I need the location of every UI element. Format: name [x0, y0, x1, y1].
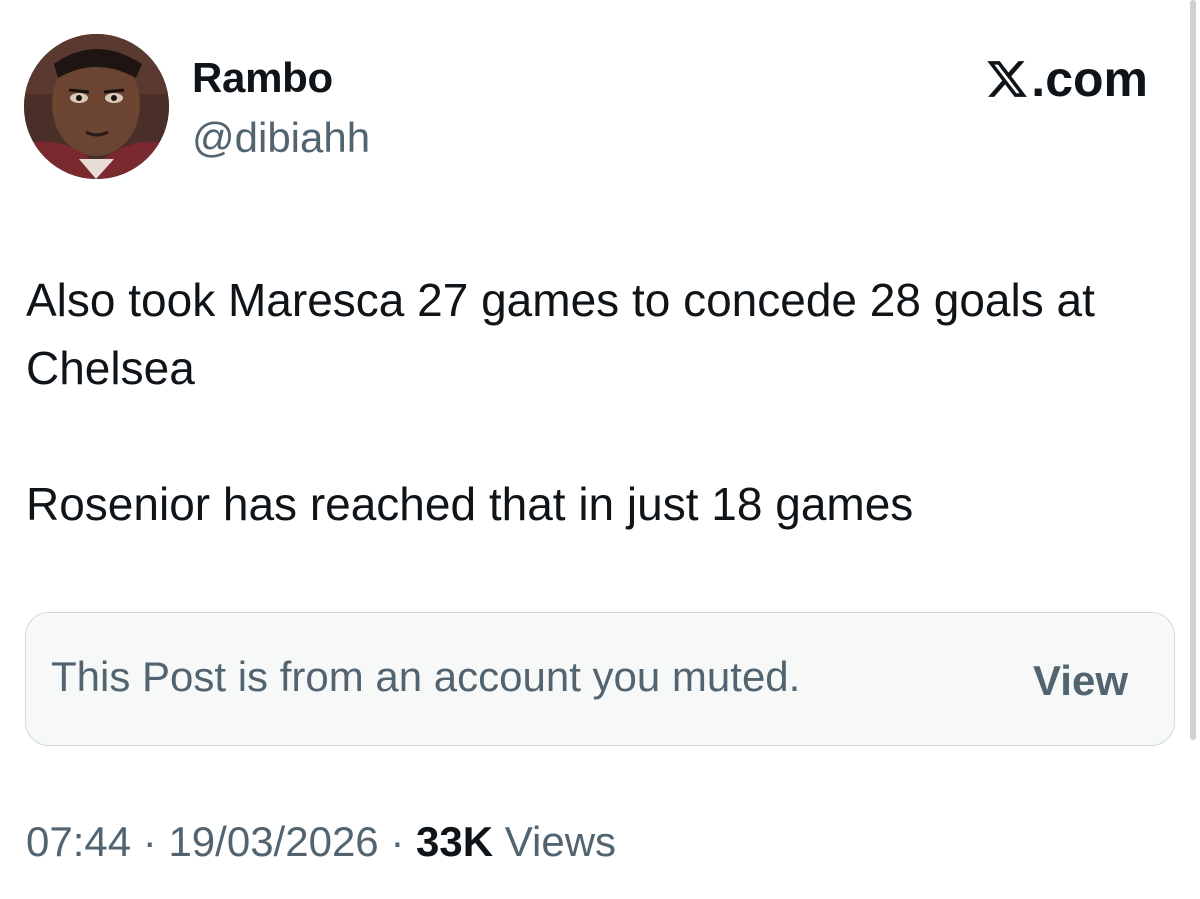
meta-separator: · — [142, 818, 157, 865]
brand-label: .com — [1031, 51, 1148, 107]
post-time[interactable]: 07:44 — [26, 818, 131, 865]
muted-notice: This Post is from an account you muted. … — [25, 612, 1175, 746]
avatar-image — [24, 34, 169, 179]
views-count[interactable]: 33K — [416, 818, 493, 865]
muted-notice-text: This Post is from an account you muted. — [51, 653, 801, 700]
user-handle[interactable]: @dibiahh — [192, 114, 370, 162]
scrollbar[interactable] — [1190, 0, 1196, 740]
meta-separator: · — [390, 818, 405, 865]
view-button[interactable]: View — [1033, 657, 1128, 705]
post-meta: 07:44 · 19/03/2026 · 33K Views — [26, 818, 616, 866]
post-paragraph: Rosenior has reached that in just 18 gam… — [26, 478, 914, 530]
views-label: Views — [504, 818, 617, 865]
avatar[interactable] — [24, 34, 169, 179]
post-date[interactable]: 19/03/2026 — [168, 818, 378, 865]
post-body: Also took Maresca 27 games to concede 28… — [26, 266, 1156, 538]
x-logo-icon — [987, 61, 1028, 97]
display-name[interactable]: Rambo — [192, 54, 333, 102]
brand-watermark: .com — [985, 50, 1148, 108]
post-card: Rambo @dibiahh .com Also took Maresca 27… — [0, 0, 1200, 899]
post-paragraph: Also took Maresca 27 games to concede 28… — [26, 274, 1095, 394]
